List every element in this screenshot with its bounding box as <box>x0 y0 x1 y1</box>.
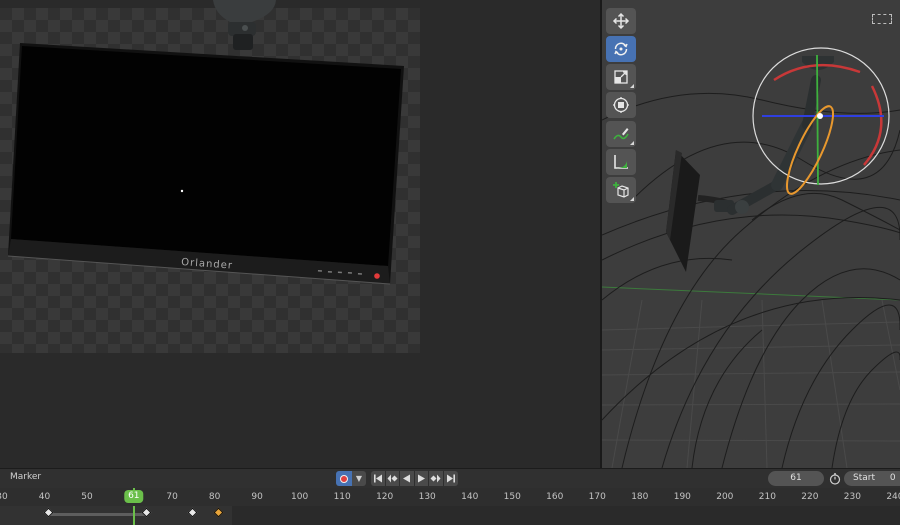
transform-icon <box>613 97 629 113</box>
ruler-tick-label: 70 <box>166 492 178 502</box>
rotate-arrows-icon <box>614 42 628 56</box>
play-reverse-icon <box>403 474 411 483</box>
image-editor[interactable]: Orlander <box>0 0 600 468</box>
record-icon <box>340 474 348 483</box>
ruler-tick-label: 130 <box>418 492 436 502</box>
render-preview: Orlander <box>7 0 404 285</box>
ruler-tick-label: 50 <box>81 492 93 502</box>
monitor-mount-arm <box>213 0 276 50</box>
jump-start-button[interactable] <box>371 471 386 486</box>
ruler-tick-label: 210 <box>758 492 776 502</box>
jump-end-icon <box>446 474 455 483</box>
ruler-tick-label: 30 <box>0 492 8 502</box>
ruler-tick-label: 220 <box>801 492 819 502</box>
ruler-angle-icon <box>614 155 628 169</box>
auto-keying-button[interactable] <box>336 471 352 486</box>
move-tool-button[interactable] <box>606 8 636 34</box>
monitor: Orlander <box>7 43 404 285</box>
timeline-header: Marker ▼ 61 Start 0 <box>0 469 900 488</box>
blender-window: Orlander Marker ▼ 61 Start 0 0 40 50 61 … <box>0 0 900 525</box>
current-frame-field[interactable]: 61 <box>768 471 824 486</box>
add-cube-icon <box>613 182 629 198</box>
transform-tool-button[interactable] <box>606 92 636 118</box>
ruler-tick-label: 240 <box>886 492 900 502</box>
playback-controls <box>371 471 458 486</box>
viewport-options-icon[interactable] <box>872 14 892 24</box>
ruler-tick-label: 120 <box>376 492 394 502</box>
measure-tool-button[interactable] <box>606 149 636 175</box>
ruler-tick-label: 190 <box>673 492 691 502</box>
rotate-tool-button[interactable] <box>606 36 636 62</box>
start-frame-field[interactable]: Start 0 <box>844 471 900 486</box>
jump-end-button[interactable] <box>443 471 458 486</box>
timeline-editor[interactable]: Marker ▼ 61 Start 0 0 40 50 61 70 80 90 … <box>0 468 900 525</box>
scale-tool-button[interactable] <box>606 64 636 90</box>
play-button[interactable] <box>414 471 429 486</box>
ruler-tick-label: 180 <box>631 492 649 502</box>
marker-menu[interactable]: Marker <box>10 472 41 482</box>
next-key-icon <box>430 474 441 483</box>
move-arrows-icon <box>612 12 630 30</box>
ruler-tick-label: 140 <box>461 492 479 502</box>
ruler-tick-label: 150 <box>503 492 521 502</box>
ruler-tick-label: 100 <box>291 492 309 502</box>
ruler-tick-label: 110 <box>333 492 351 502</box>
ruler-tick-label: 170 <box>588 492 606 502</box>
keying-dropdown[interactable]: ▼ <box>352 471 366 486</box>
play-icon <box>417 474 425 483</box>
start-label: Start <box>853 473 875 483</box>
3d-viewport[interactable] <box>602 0 900 468</box>
ruler-tick-label: 80 <box>208 492 221 502</box>
keyframe-summary-row[interactable] <box>0 506 900 525</box>
ruler-tick-label: 160 <box>546 492 564 502</box>
ruler-tick-label: 90 <box>251 492 263 502</box>
cable-curves <box>602 92 900 468</box>
x-axis-line <box>602 286 900 301</box>
add-cube-tool-button[interactable] <box>606 177 636 203</box>
ruler-tick-label: 40 <box>38 492 51 502</box>
ruler-tick-label: 200 <box>716 492 734 502</box>
pencil-curve-icon <box>613 128 629 140</box>
chevron-down-icon: ▼ <box>355 474 363 483</box>
scale-box-icon <box>614 70 628 84</box>
prev-keyframe-button[interactable] <box>385 471 400 486</box>
annotate-tool-button[interactable] <box>606 121 636 147</box>
playhead-line[interactable] <box>132 506 135 525</box>
jump-start-icon <box>373 474 382 483</box>
playhead-marker <box>132 488 135 490</box>
current-frame-indicator: 61 <box>124 490 144 503</box>
rotate-gizmo[interactable] <box>752 47 890 199</box>
stopwatch-icon[interactable] <box>828 471 842 486</box>
power-led <box>374 273 380 279</box>
frame-ruler[interactable]: 30 40 50 61 70 80 90 100 110 120 130 140 150 160 170 18… <box>0 488 900 506</box>
next-keyframe-button[interactable] <box>429 471 444 486</box>
prev-key-icon <box>387 474 398 483</box>
start-value: 0 <box>889 473 896 483</box>
viewport-scene <box>602 47 900 468</box>
ruler-tick-label: 230 <box>843 492 861 502</box>
play-reverse-button[interactable] <box>400 471 415 486</box>
